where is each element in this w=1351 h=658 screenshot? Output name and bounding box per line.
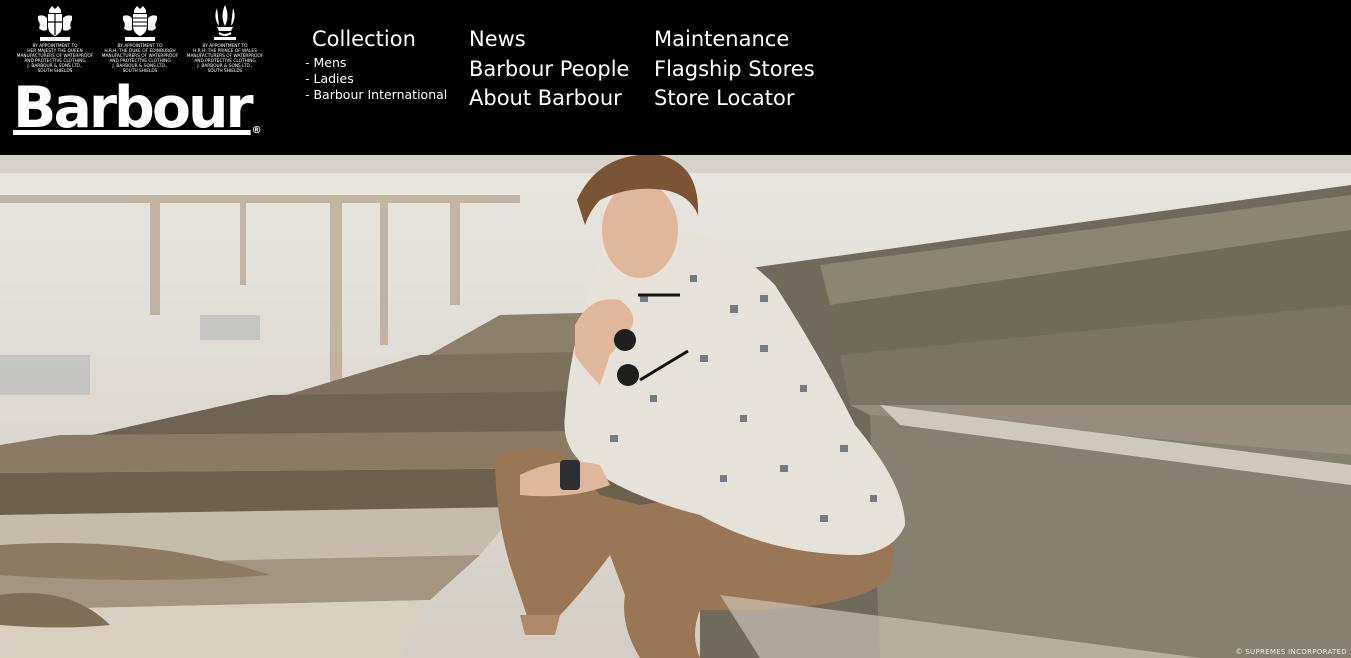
- nav-column-2: News Barbour People About Barbour: [469, 25, 629, 114]
- royal-warrant-duke: BY APPOINTMENT TO H.R.H. THE DUKE OF EDI…: [99, 4, 181, 74]
- royal-warrant-queen: BY APPOINTMENT TO HER MAJESTY THE QUEEN …: [14, 4, 96, 74]
- nav-collection[interactable]: Collection: [312, 25, 447, 55]
- photo-credit: © SUPREMES INCORPORATED: [1235, 648, 1347, 656]
- nav-flagship-stores[interactable]: Flagship Stores: [654, 55, 815, 85]
- nav-mens[interactable]: - Mens: [305, 55, 447, 71]
- prince-of-wales-feathers-icon: [214, 5, 236, 40]
- barbour-logo[interactable]: Barbour®: [13, 78, 262, 161]
- collection-submenu: - Mens - Ladies - Barbour International: [305, 55, 447, 103]
- nav-maintenance[interactable]: Maintenance: [654, 25, 815, 55]
- site-header: BY APPOINTMENT TO HER MAJESTY THE QUEEN …: [0, 0, 1351, 155]
- hero-image: © SUPREMES INCORPORATED: [0, 155, 1351, 658]
- nav-column-3: Maintenance Flagship Stores Store Locato…: [654, 25, 815, 114]
- nav-about-barbour[interactable]: About Barbour: [469, 84, 629, 114]
- logo-wordmark: Barbour: [13, 75, 254, 141]
- registered-mark: ®: [251, 125, 262, 136]
- royal-warrants: BY APPOINTMENT TO HER MAJESTY THE QUEEN …: [14, 4, 264, 76]
- royal-crest-icon: [38, 6, 72, 41]
- nav-store-locator[interactable]: Store Locator: [654, 84, 815, 114]
- nav-barbour-people[interactable]: Barbour People: [469, 55, 629, 85]
- nav-news[interactable]: News: [469, 25, 629, 55]
- nav-collection-column: Collection - Mens - Ladies - Barbour Int…: [305, 25, 447, 103]
- nav-barbour-international[interactable]: - Barbour International: [305, 87, 447, 103]
- nav-ladies[interactable]: - Ladies: [305, 71, 447, 87]
- royal-warrant-prince: BY APPOINTMENT TO H.R.H. THE PRINCE OF W…: [184, 4, 266, 74]
- royal-crest-icon: [123, 6, 157, 41]
- hero-photo-model-on-steps: [0, 155, 1351, 658]
